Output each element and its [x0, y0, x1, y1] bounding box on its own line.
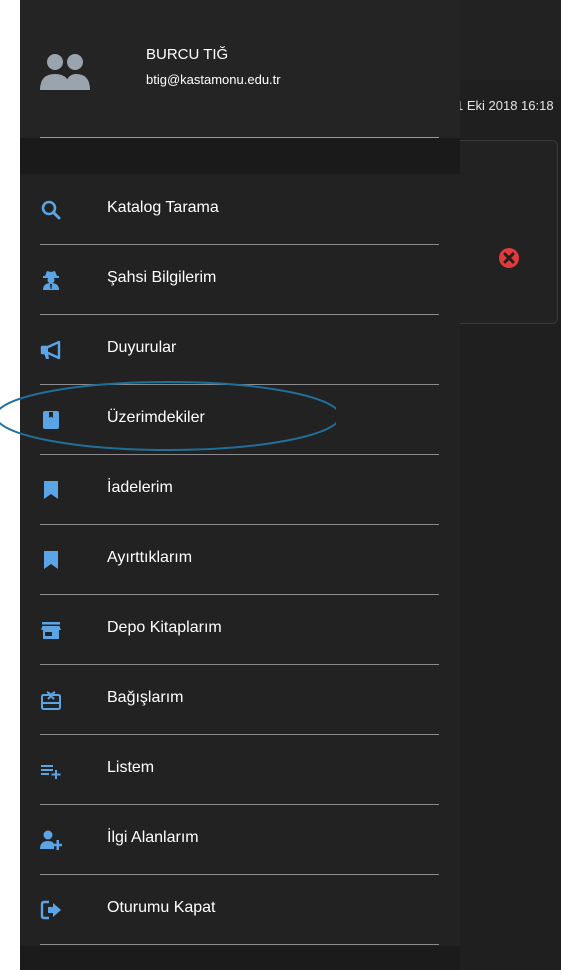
users-icon — [40, 54, 90, 90]
menu-item-label: Listem — [107, 759, 155, 776]
menu-item-ilgi-alanlarim[interactable]: İlgi Alanlarım — [20, 805, 460, 875]
navigation-drawer: BURCU TIĞ btig@kastamonu.edu.tr Katalog … — [20, 0, 460, 970]
drawer-header: BURCU TIĞ btig@kastamonu.edu.tr — [20, 0, 460, 138]
sign-out-icon — [40, 900, 61, 920]
menu-item-iadelerim[interactable]: İadelerim — [20, 455, 460, 525]
user-email: btig@kastamonu.edu.tr — [146, 72, 281, 87]
megaphone-icon — [40, 340, 61, 360]
menu-divider — [40, 944, 439, 945]
menu-item-ayirttiklarim[interactable]: Ayırttıklarım — [20, 525, 460, 595]
app-screen: 1 Eki 2018 16:18 BURCU TIĞ btig@kastamon… — [20, 0, 561, 970]
menu-item-bagislarim[interactable]: Bağışlarım — [20, 665, 460, 735]
bookmark-icon — [44, 551, 58, 569]
gift-card-icon — [41, 691, 61, 710]
drawer-spacer — [20, 138, 460, 174]
bookmark-icon — [44, 481, 58, 499]
menu-item-oturumu-kapat[interactable]: Oturumu Kapat — [20, 875, 460, 945]
menu-item-label: Oturumu Kapat — [107, 899, 216, 916]
user-add-icon — [40, 830, 62, 850]
book-icon — [43, 411, 59, 429]
background-card[interactable] — [446, 140, 558, 324]
playlist-add-icon — [41, 765, 61, 779]
menu-item-label: Depo Kitaplarım — [107, 619, 222, 636]
menu-item-label: Duyurular — [107, 339, 177, 356]
menu-item-katalog-tarama[interactable]: Katalog Tarama — [20, 175, 460, 245]
menu-item-uzerimdekiler[interactable]: Üzerimdekiler — [20, 385, 460, 455]
menu-item-label: Ayırttıklarım — [107, 549, 193, 566]
menu-item-label: Katalog Tarama — [107, 199, 219, 216]
user-secret-icon — [43, 271, 59, 290]
drawer-menu: Katalog Tarama Şahsi Bilgilerim Duyurula… — [20, 175, 460, 945]
search-icon — [41, 200, 61, 220]
menu-item-label: Şahsi Bilgilerim — [107, 269, 217, 286]
drawer-footer — [20, 946, 460, 970]
menu-item-sahsi-bilgilerim[interactable]: Şahsi Bilgilerim — [20, 245, 460, 315]
user-name: BURCU TIĞ — [146, 46, 229, 63]
menu-item-depo-kitaplarim[interactable]: Depo Kitaplarım — [20, 595, 460, 665]
menu-item-duyurular[interactable]: Duyurular — [20, 315, 460, 385]
menu-item-listem[interactable]: Listem — [20, 735, 460, 805]
menu-item-label: Bağışlarım — [107, 689, 184, 706]
menu-item-label: İlgi Alanlarım — [107, 829, 199, 846]
menu-item-label: Üzerimdekiler — [107, 409, 205, 426]
store-icon — [41, 622, 61, 639]
background-date: 1 Eki 2018 16:18 — [456, 98, 554, 113]
menu-item-label: İadelerim — [107, 479, 173, 496]
close-circle-icon[interactable] — [498, 247, 520, 269]
